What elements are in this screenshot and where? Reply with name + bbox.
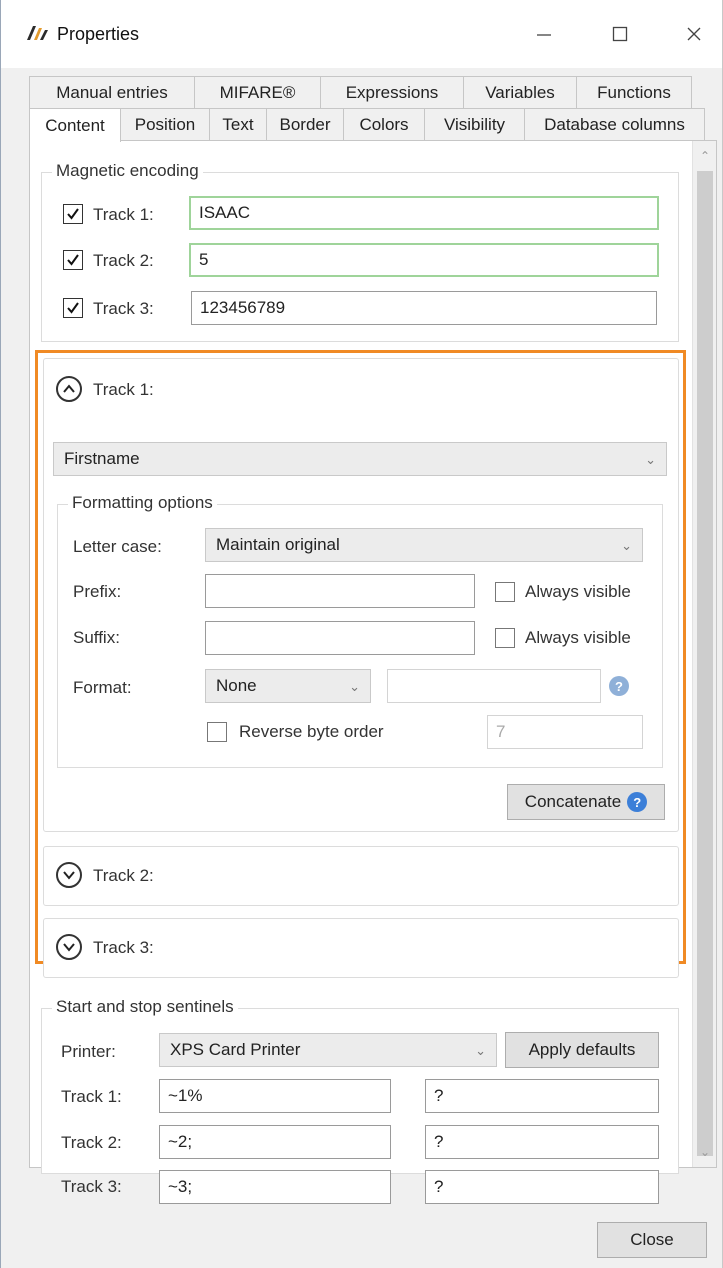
- sentinel-track3-label: Track 3:: [61, 1177, 122, 1196]
- tab-colors[interactable]: Colors: [343, 108, 425, 140]
- minimize-icon: [537, 34, 551, 36]
- prefix-always-visible-checkbox[interactable]: [495, 582, 515, 602]
- help-icon: ?: [627, 792, 648, 812]
- suffix-always-visible-checkbox[interactable]: [495, 628, 515, 648]
- reverse-byte-order-checkbox[interactable]: [207, 722, 227, 742]
- apply-defaults-button[interactable]: Apply defaults: [505, 1032, 659, 1068]
- track3-encode-checkbox[interactable]: [63, 298, 83, 318]
- maximize-icon: [612, 26, 628, 42]
- track1-encode-label: Track 1:: [93, 205, 154, 224]
- tab-database-columns[interactable]: Database columns: [524, 108, 705, 140]
- vertical-scrollbar[interactable]: ⌃ ⌄: [692, 141, 716, 1167]
- track2-value-input[interactable]: 5: [189, 243, 659, 277]
- sentinel-track2-start-input[interactable]: ~2;: [159, 1125, 391, 1159]
- tab-row-front: Content Position Text Border Colors Visi…: [29, 108, 705, 142]
- tab-visibility[interactable]: Visibility: [424, 108, 525, 140]
- chevron-down-icon: ⌄: [475, 1043, 486, 1058]
- suffix-label: Suffix:: [73, 628, 120, 647]
- format-help-icon[interactable]: ?: [609, 676, 629, 696]
- concatenate-label: Concatenate: [524, 792, 622, 811]
- chevron-down-icon: ⌄: [349, 679, 360, 694]
- maximize-button[interactable]: [597, 14, 643, 54]
- checkmark-icon: [67, 254, 79, 266]
- printer-select[interactable]: XPS Card Printer ⌄: [159, 1033, 497, 1067]
- scroll-up-icon[interactable]: ⌃: [693, 149, 717, 165]
- title-bar: Properties: [1, 0, 722, 68]
- tab-expressions[interactable]: Expressions: [320, 76, 464, 108]
- tab-position[interactable]: Position: [120, 108, 210, 140]
- scroll-down-icon[interactable]: ⌄: [693, 1145, 717, 1161]
- track3-value-input[interactable]: 123456789: [191, 291, 657, 325]
- printer-label: Printer:: [61, 1042, 116, 1061]
- chevron-down-icon: [63, 943, 75, 952]
- format-pattern-input[interactable]: [387, 669, 601, 703]
- reverse-byte-count-input[interactable]: 7: [487, 715, 643, 749]
- sentinel-track3-end-input[interactable]: ?: [425, 1170, 659, 1204]
- track1-encode-checkbox[interactable]: [63, 204, 83, 224]
- track1-value-input[interactable]: ISAAC: [189, 196, 659, 230]
- expand-track3-button[interactable]: [56, 934, 82, 960]
- letter-case-label: Letter case:: [73, 537, 162, 556]
- sentinel-track1-end-input[interactable]: ?: [425, 1079, 659, 1113]
- sentinel-track1-start-input[interactable]: ~1%: [159, 1079, 391, 1113]
- chevron-down-icon: ⌄: [621, 538, 632, 553]
- tab-functions[interactable]: Functions: [576, 76, 692, 108]
- prefix-label: Prefix:: [73, 582, 122, 601]
- track1-header: Track 1:: [93, 380, 154, 399]
- formatting-options-title: Formatting options: [68, 493, 217, 513]
- tab-mifare[interactable]: MIFARE®: [194, 76, 321, 108]
- minimize-button[interactable]: [521, 14, 567, 54]
- track2-header: Track 2:: [93, 866, 154, 885]
- track1-column-select[interactable]: Firstname ⌄: [53, 442, 667, 476]
- chevron-down-icon: ⌄: [645, 452, 656, 467]
- collapse-track1-button[interactable]: [56, 376, 82, 402]
- tab-manual-entries[interactable]: Manual entries: [29, 76, 195, 108]
- window-title: Properties: [57, 24, 140, 44]
- sentinel-track2-end-input[interactable]: ?: [425, 1125, 659, 1159]
- close-icon: [687, 27, 701, 41]
- track1-column-value: Firstname: [64, 449, 140, 468]
- checkmark-icon: [67, 208, 79, 220]
- tab-border[interactable]: Border: [266, 108, 344, 140]
- printer-value: XPS Card Printer: [170, 1040, 301, 1059]
- chevron-up-icon: [63, 384, 75, 393]
- reverse-byte-order-label: Reverse byte order: [239, 722, 384, 741]
- track3-encode-label: Track 3:: [93, 299, 154, 318]
- suffix-input[interactable]: [205, 621, 475, 655]
- prefix-always-visible-label: Always visible: [525, 582, 631, 601]
- magnetic-encoding-title: Magnetic encoding: [52, 161, 203, 181]
- track3-header: Track 3:: [93, 938, 154, 957]
- checkmark-icon: [67, 302, 79, 314]
- app-logo-icon: [27, 26, 48, 40]
- format-value: None: [216, 676, 257, 695]
- letter-case-value: Maintain original: [216, 535, 340, 554]
- chevron-down-icon: [63, 871, 75, 880]
- expand-track2-button[interactable]: [56, 862, 82, 888]
- sentinels-title: Start and stop sentinels: [52, 997, 238, 1017]
- close-window-button[interactable]: [671, 14, 717, 54]
- track2-encode-label: Track 2:: [93, 251, 154, 270]
- sentinel-track2-label: Track 2:: [61, 1133, 122, 1152]
- scrollbar-thumb[interactable]: [697, 171, 713, 1156]
- concatenate-button[interactable]: Concatenate ?: [507, 784, 665, 820]
- format-label: Format:: [73, 678, 132, 697]
- suffix-always-visible-label: Always visible: [525, 628, 631, 647]
- tab-text[interactable]: Text: [209, 108, 267, 140]
- prefix-input[interactable]: [205, 574, 475, 608]
- track2-encode-checkbox[interactable]: [63, 250, 83, 270]
- tab-content[interactable]: Content: [29, 108, 121, 142]
- letter-case-select[interactable]: Maintain original ⌄: [205, 528, 643, 562]
- format-select[interactable]: None ⌄: [205, 669, 371, 703]
- properties-window: Properties Manual entries MIFARE® Expres…: [0, 0, 723, 1268]
- sentinel-track1-label: Track 1:: [61, 1087, 122, 1106]
- sentinel-track3-start-input[interactable]: ~3;: [159, 1170, 391, 1204]
- tab-row-back: Manual entries MIFARE® Expressions Varia…: [29, 76, 692, 108]
- close-button[interactable]: Close: [597, 1222, 707, 1258]
- tab-variables[interactable]: Variables: [463, 76, 577, 108]
